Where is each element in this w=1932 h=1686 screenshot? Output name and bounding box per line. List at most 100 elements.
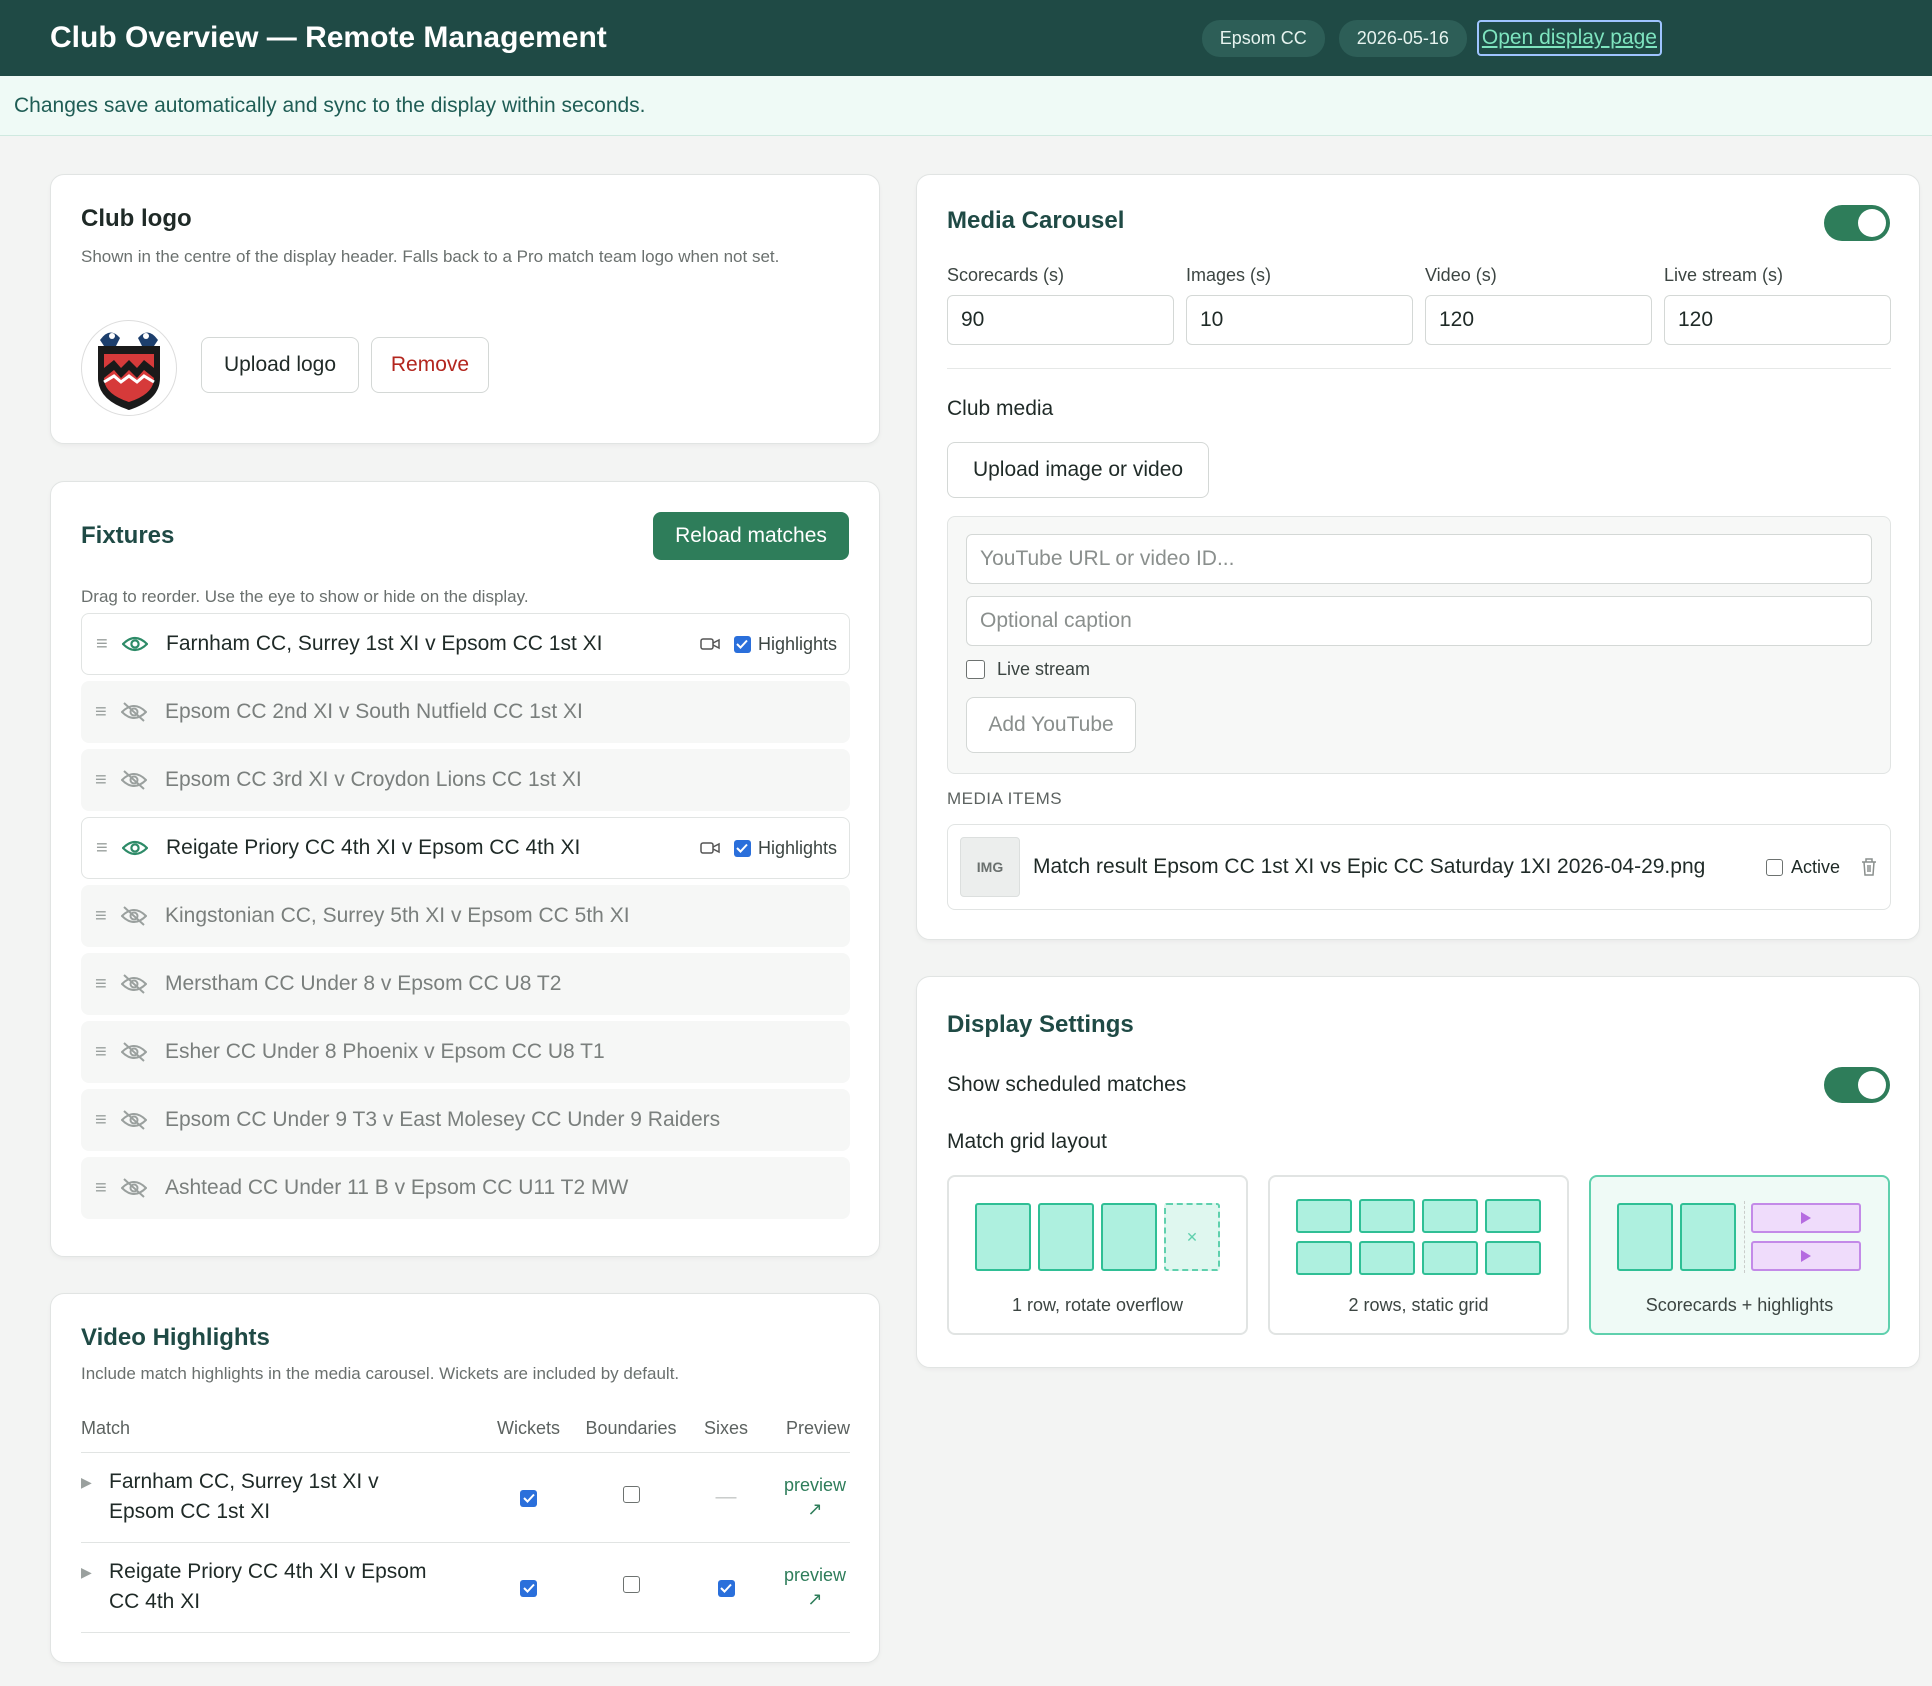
eye-icon[interactable] <box>122 839 162 857</box>
highlights-header-row: Match Wickets Boundaries Sixes Preview <box>81 1410 850 1453</box>
expand-triangle-icon[interactable]: ▶ <box>81 1467 109 1528</box>
drag-handle-icon[interactable]: ≡ <box>95 1177 121 1200</box>
video-camera-icon <box>700 637 720 651</box>
external-link-icon: ↗ <box>807 1589 823 1610</box>
fixture-name: Epsom CC Under 9 T3 v East Molesey CC Un… <box>165 1108 721 1131</box>
drag-handle-icon[interactable]: ≡ <box>95 905 121 928</box>
club-badge: Epsom CC <box>1201 19 1325 57</box>
eye-off-icon[interactable] <box>121 973 161 995</box>
highlights-checkbox[interactable] <box>733 635 751 653</box>
highlights-checkbox[interactable] <box>733 839 751 857</box>
drag-handle-icon[interactable]: ≡ <box>96 633 122 656</box>
video-play-icon <box>1751 1241 1861 1271</box>
layout-tile <box>1359 1241 1415 1275</box>
drag-handle-icon[interactable]: ≡ <box>96 837 122 860</box>
media-carousel-toggle[interactable] <box>1824 205 1890 241</box>
media-item-name: Match result Epsom CC 1st XI vs Epic CC … <box>1033 855 1706 878</box>
youtube-url-input[interactable]: YouTube URL or video ID... <box>966 534 1872 584</box>
fixture-row[interactable]: ≡ Merstham CC Under 8 v Epsom CC U8 T2 <box>81 953 850 1015</box>
eye-icon[interactable] <box>122 635 162 653</box>
boundaries-checkbox[interactable] <box>622 1486 640 1504</box>
layout-tile <box>1485 1199 1541 1233</box>
images-duration-input[interactable]: 10 <box>1186 295 1413 345</box>
sixes-checkbox[interactable] <box>717 1579 735 1597</box>
scorecards-duration-input[interactable]: 90 <box>947 295 1174 345</box>
live-stream-checkbox-row[interactable]: Live stream <box>966 659 1090 680</box>
show-scheduled-toggle[interactable] <box>1824 1067 1890 1103</box>
fixture-row[interactable]: ≡ Epsom CC 3rd XI v Croydon Lions CC 1st … <box>81 749 850 811</box>
highlights-control: Highlights <box>700 634 849 655</box>
eye-off-icon[interactable] <box>121 1041 161 1063</box>
remove-logo-button[interactable]: Remove <box>371 337 489 393</box>
display-settings-title: Display Settings <box>947 1011 1134 1038</box>
upload-media-button[interactable]: Upload image or video <box>947 442 1209 498</box>
add-youtube-button[interactable]: Add YouTube <box>966 697 1136 753</box>
eye-off-icon[interactable] <box>121 701 161 723</box>
boundaries-checkbox[interactable] <box>622 1576 640 1594</box>
video-label: Video (s) <box>1425 265 1497 285</box>
club-logo-title: Club logo <box>81 205 192 232</box>
video-duration-input[interactable]: 120 <box>1425 295 1652 345</box>
fixtures-hint: Drag to reorder. Use the eye to show or … <box>81 587 529 606</box>
live-stream-duration-label: Live stream (s) <box>1664 265 1784 285</box>
expand-triangle-icon[interactable]: ▶ <box>81 1557 109 1618</box>
club-logo-card: Club logo Shown in the centre of the dis… <box>50 174 880 444</box>
wickets-cell <box>481 1542 576 1633</box>
media-item-active-checkbox[interactable] <box>1765 858 1783 876</box>
col-preview: Preview <box>766 1410 850 1453</box>
preview-link[interactable]: preview ↗ <box>780 1473 850 1522</box>
caption-input[interactable]: Optional caption <box>966 596 1872 646</box>
highlights-table: Match Wickets Boundaries Sixes Preview ▶… <box>81 1410 850 1633</box>
layout-tile <box>975 1203 1031 1271</box>
fixture-row[interactable]: ≡ Ashtead CC Under 11 B v Epsom CC U11 T2… <box>81 1157 850 1219</box>
preview-link[interactable]: preview ↗ <box>780 1563 850 1612</box>
highlights-match-cell: ▶ Farnham CC, Surrey 1st XI v Epsom CC 1st… <box>81 1452 481 1543</box>
preview-cell: preview ↗ <box>766 1542 850 1633</box>
live-stream-checkbox[interactable] <box>966 660 985 679</box>
highlights-control: Highlights <box>700 838 849 859</box>
eye-off-icon[interactable] <box>121 769 161 791</box>
top-bar: Club Overview — Remote Management Epsom … <box>0 0 1932 76</box>
layout-option-scorecards-highlights[interactable]: Scorecards + highlights <box>1589 1175 1890 1335</box>
fixtures-card: Fixtures Reload matches Drag to reorder.… <box>50 481 880 1257</box>
drag-handle-icon[interactable]: ≡ <box>95 1109 121 1132</box>
drag-handle-icon[interactable]: ≡ <box>95 701 121 724</box>
eye-off-icon[interactable] <box>121 905 161 927</box>
wickets-checkbox[interactable] <box>520 1579 537 1597</box>
fixture-row[interactable]: ≡ Esher CC Under 8 Phoenix v Epsom CC U8 … <box>81 1021 850 1083</box>
layout-option-2-rows[interactable]: 2 rows, static grid <box>1268 1175 1569 1335</box>
layout-option-1-row[interactable]: ✕ 1 row, rotate overflow <box>947 1175 1248 1335</box>
layout-tile <box>1296 1199 1352 1233</box>
highlights-match-cell: ▶ Reigate Priory CC 4th XI v Epsom CC 4th … <box>81 1542 481 1633</box>
boundaries-cell <box>576 1452 686 1543</box>
layout-option-label: Scorecards + highlights <box>1645 1295 1834 1315</box>
media-item-row: IMG Match result Epsom CC 1st XI vs Epic… <box>947 824 1891 910</box>
fixture-row[interactable]: ≡ Epsom CC Under 9 T3 v East Molesey CC U… <box>81 1089 850 1151</box>
images-label: Images (s) <box>1186 265 1272 285</box>
media-item-thumb: IMG <box>960 837 1020 897</box>
live-stream-duration-input[interactable]: 120 <box>1664 295 1891 345</box>
trash-icon[interactable] <box>1860 857 1878 877</box>
fixture-row[interactable]: ≡ Reigate Priory CC 4th XI v Epsom CC 4th… <box>81 817 850 879</box>
preview-label: preview <box>783 1565 847 1586</box>
fixture-row[interactable]: ≡ Farnham CC, Surrey 1st XI v Epsom CC 1s… <box>81 613 850 675</box>
reload-matches-button[interactable]: Reload matches <box>653 512 849 560</box>
open-display-link[interactable]: Open display page <box>1476 20 1662 56</box>
show-scheduled-label: Show scheduled matches <box>947 1073 1187 1096</box>
drag-handle-icon[interactable]: ≡ <box>95 973 121 996</box>
fixture-row[interactable]: ≡ Epsom CC 2nd XI v South Nutfield CC 1st… <box>81 681 850 743</box>
drag-handle-icon[interactable]: ≡ <box>95 769 121 792</box>
preview-label: preview <box>783 1475 847 1496</box>
layout-option-label: 1 row, rotate overflow <box>1011 1295 1184 1315</box>
eye-off-icon[interactable] <box>121 1177 161 1199</box>
upload-logo-button[interactable]: Upload logo <box>201 337 359 393</box>
overflow-icon: ✕ <box>1164 1203 1220 1271</box>
drag-handle-icon[interactable]: ≡ <box>95 1041 121 1064</box>
display-settings-card: Display Settings Show scheduled matches … <box>916 976 1920 1368</box>
eye-off-icon[interactable] <box>121 1109 161 1131</box>
sixes-unavailable: — <box>686 1452 766 1543</box>
fixture-row[interactable]: ≡ Kingstonian CC, Surrey 5th XI v Epsom C… <box>81 885 850 947</box>
scorecards-label: Scorecards (s) <box>947 265 1065 285</box>
fixture-name: Esher CC Under 8 Phoenix v Epsom CC U8 T… <box>165 1040 605 1063</box>
wickets-checkbox[interactable] <box>520 1489 537 1507</box>
